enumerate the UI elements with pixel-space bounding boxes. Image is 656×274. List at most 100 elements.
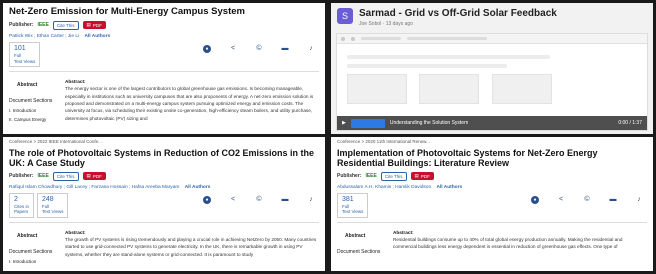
cite-this-button[interactable]: Cite This [52, 171, 79, 181]
share-icon[interactable]: < [557, 196, 565, 204]
bell-icon[interactable]: ♪ [307, 196, 315, 204]
metrics-row: 2 Cites in Papers 248 Full Text Views ● … [3, 190, 325, 218]
sidebar-sections: Document Sections [9, 248, 53, 255]
share-icon[interactable]: < [229, 45, 237, 53]
sidebar-sections: Document Sections [9, 98, 53, 105]
full-text-views-metric[interactable]: 248 Full Text Views [37, 192, 69, 218]
orcid-icon[interactable]: ● [531, 195, 539, 204]
frame-line [361, 37, 401, 40]
metric-value: 101 [14, 44, 26, 52]
breadcrumb[interactable]: Conference > 2020 11th International Ren… [331, 137, 653, 144]
metric-label: Full [42, 204, 50, 210]
pdf-button[interactable]: ▤ PDF [82, 21, 106, 30]
video-title: Sarmad - Grid vs Off-Grid Solar Feedback [359, 8, 557, 19]
pdf-label: PDF [420, 173, 430, 179]
breadcrumb[interactable]: Conference > 2022 IEEE International Con… [3, 137, 325, 144]
publisher-row: Publisher: IEEE Cite This ▤ PDF [3, 18, 325, 30]
full-text-views-metric[interactable]: 381 Full Text Views [337, 192, 369, 218]
abstract-heading: Abstract: [65, 79, 86, 85]
abstract-block: Abstract: The growth of PV systems is ri… [65, 229, 319, 264]
frame-block [347, 74, 407, 104]
frame-row [347, 55, 550, 59]
copyright-icon[interactable]: © [255, 196, 263, 204]
abstract-heading: Abstract: [393, 229, 414, 235]
cite-this-button[interactable]: Cite This [380, 171, 407, 181]
full-text-views-metric[interactable]: 101 Full Text Views [9, 41, 41, 68]
metric-label-2: Papers [14, 209, 29, 215]
share-icon[interactable]: < [229, 196, 237, 204]
pdf-button[interactable]: ▤ PDF [410, 172, 434, 181]
article-title[interactable]: Net-Zero Emission for Multi-Energy Campu… [3, 3, 325, 18]
video-time: 0:00 / 1:37 [618, 120, 642, 126]
orcid-icon[interactable]: ● [203, 44, 211, 53]
copyright-icon[interactable]: © [255, 45, 263, 53]
frame-dot [351, 36, 355, 41]
video-share-panel: S Sarmad - Grid vs Off-Grid Solar Feedba… [331, 3, 653, 134]
metrics-row: 101 Full Text Views ● < © ▬ ♪ [3, 39, 325, 68]
action-icons: ● < © ▬ ♪ [531, 195, 643, 204]
video-info: Sarmad - Grid vs Off-Grid Solar Feedback… [359, 8, 557, 27]
doc-sidebar: Abstract Document Sections I. Introducti… [9, 229, 59, 264]
metric-value: 381 [342, 195, 354, 203]
publisher-name[interactable]: IEEE [37, 173, 48, 179]
pdf-icon: ▤ [86, 173, 91, 179]
sidebar-abstract[interactable]: Abstract [9, 229, 59, 245]
article-title[interactable]: Implementation of Photovoltaic Systems f… [331, 144, 653, 169]
abstract-text: Residential buildings consume up to 40% … [393, 237, 623, 250]
pdf-button[interactable]: ▤ PDF [82, 172, 106, 181]
frame-block [419, 74, 480, 104]
frame-block [491, 74, 552, 104]
copyright-icon[interactable]: © [583, 196, 591, 204]
folder-icon[interactable]: ▬ [609, 196, 617, 204]
video-header: S Sarmad - Grid vs Off-Grid Solar Feedba… [331, 3, 653, 27]
sidebar-item-intro[interactable]: I. Introduction [9, 104, 59, 113]
article-title[interactable]: The role of Photovoltaic Systems in Redu… [3, 144, 325, 169]
orcid-icon[interactable]: ● [203, 195, 211, 204]
publisher-label: Publisher: [9, 173, 34, 180]
frame-row [347, 64, 507, 68]
doc-sidebar: Abstract Document Sections I. Introducti… [9, 78, 59, 122]
pdf-icon: ▤ [86, 22, 91, 28]
folder-icon[interactable]: ▬ [281, 45, 289, 53]
metric-label: Full [342, 204, 350, 210]
video-frame-content [337, 44, 647, 115]
sidebar-sections: Document Sections [337, 248, 381, 255]
video-controls: ▶ Understanding the Solution System 0:00… [337, 116, 647, 130]
video-player[interactable]: ▶ Understanding the Solution System 0:00… [336, 33, 648, 131]
sidebar-item-intro[interactable]: I. Introduction [9, 255, 59, 264]
sidebar-abstract[interactable]: Abstract [9, 78, 59, 94]
author-list: Rafiqul Islam Chowdhury ; Gill Lacey ; F… [3, 181, 325, 190]
doc-sidebar: Abstract Document Sections [337, 229, 387, 255]
ieee-article-panel-4: Conference > 2020 11th International Ren… [331, 137, 653, 271]
bell-icon[interactable]: ♪ [635, 196, 643, 204]
ieee-article-panel-1: Net-Zero Emission for Multi-Energy Campu… [3, 3, 325, 134]
frame-dot [341, 36, 345, 41]
metric-label: Cites in [14, 204, 30, 210]
folder-icon[interactable]: ▬ [281, 196, 289, 204]
action-icons: ● < © ▬ ♪ [203, 195, 315, 204]
sidebar-item-2[interactable]: II. Campus Energy [9, 113, 59, 122]
cites-metric[interactable]: 2 Cites in Papers [9, 192, 35, 218]
play-icon[interactable]: ▶ [342, 120, 346, 126]
video-author[interactable]: Joe Sobol [359, 21, 381, 27]
metric-label-2: Text Views [14, 58, 36, 64]
metric-label-2: Text Views [342, 209, 364, 215]
video-caption: Understanding the Solution System [389, 120, 469, 126]
cite-this-button[interactable]: Cite This [52, 20, 79, 30]
author-list: Abdussalam A.H. Khamis ; Hamlik Davidson… [331, 181, 653, 190]
avatar: S [337, 8, 353, 24]
video-thumbnail [350, 118, 385, 128]
abstract-text: The energy sector is one of the largest … [65, 86, 314, 121]
content-row: Abstract Document Sections I. Introducti… [3, 72, 325, 122]
metric-value: 248 [42, 195, 54, 203]
content-row: Abstract Document Sections I. Introducti… [3, 223, 325, 264]
publisher-label: Publisher: [337, 173, 362, 180]
publisher-name[interactable]: IEEE [37, 22, 48, 28]
bell-icon[interactable]: ♪ [307, 45, 315, 53]
metric-label-2: Text Views [42, 209, 64, 215]
video-frame-toolbar [337, 34, 647, 44]
pdf-icon: ▤ [414, 173, 419, 179]
publisher-row: Publisher: IEEE Cite This ▤ PDF [3, 169, 325, 181]
sidebar-abstract[interactable]: Abstract [337, 229, 387, 245]
publisher-name[interactable]: IEEE [365, 173, 376, 179]
